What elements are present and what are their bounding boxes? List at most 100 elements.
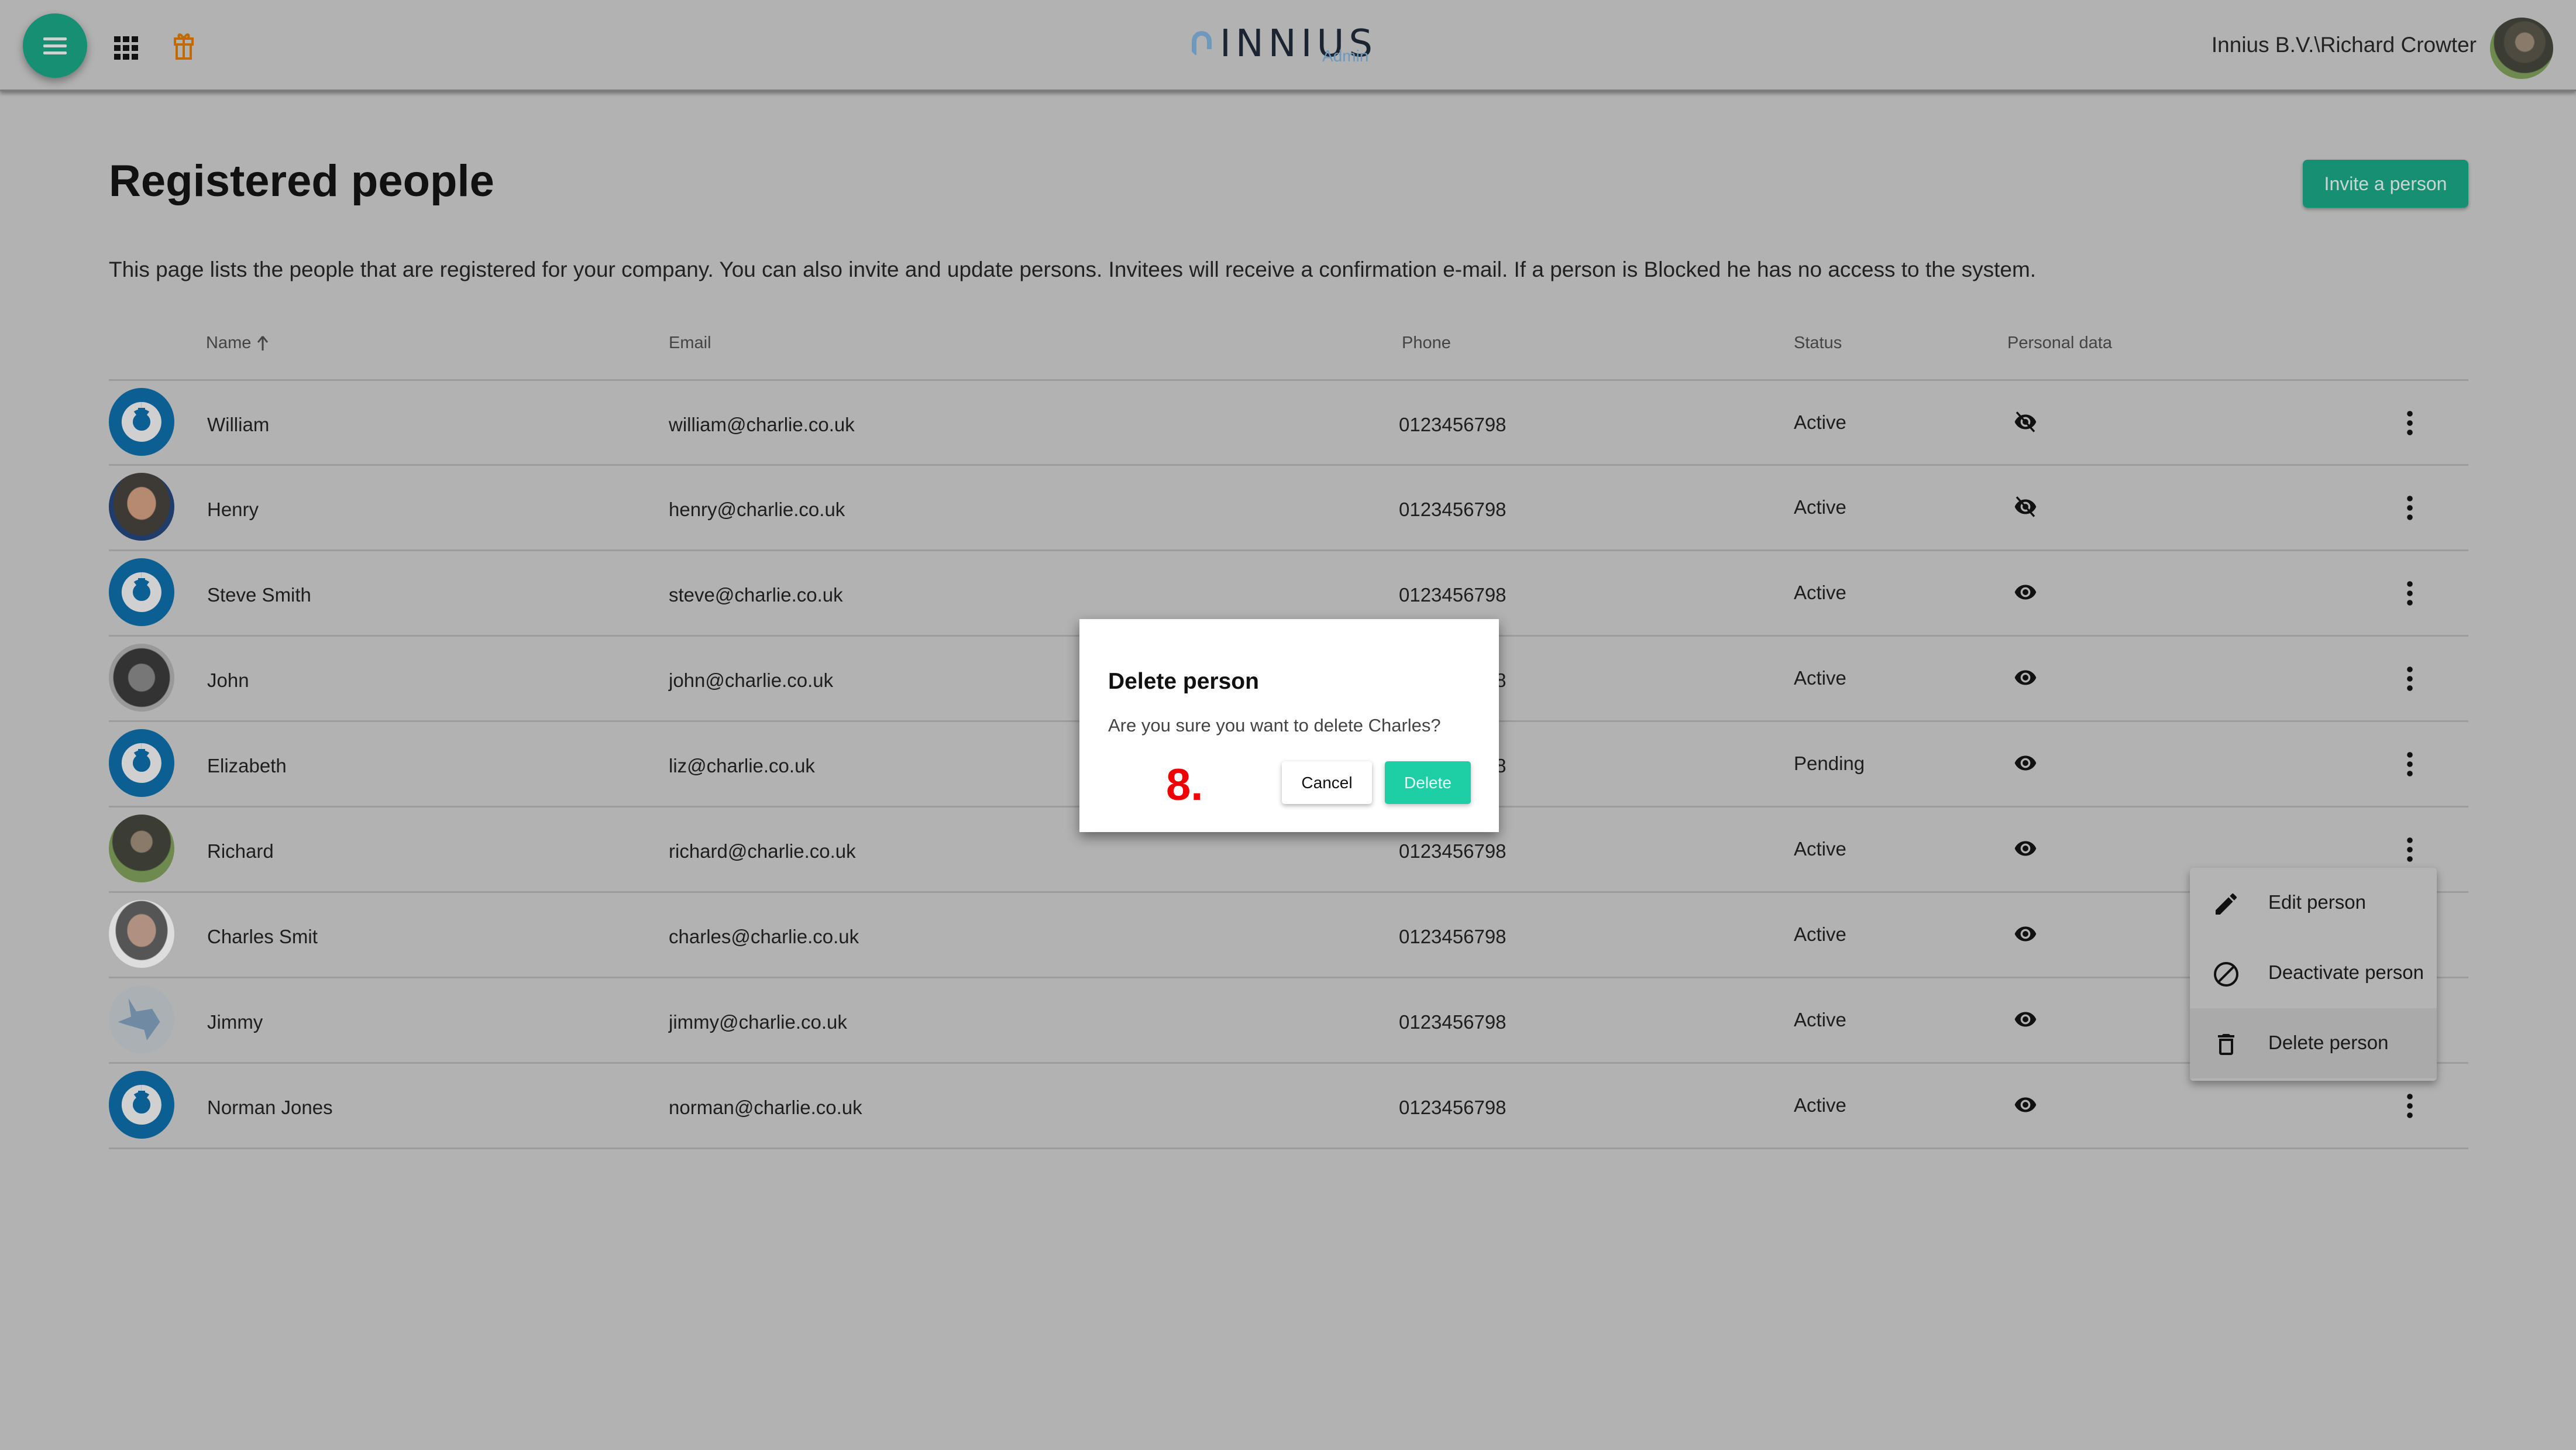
person-phone: 0123456798 bbox=[1399, 926, 1507, 947]
person-status: Active bbox=[1794, 496, 1846, 518]
more-vert-icon[interactable] bbox=[2402, 750, 2417, 778]
person-status: Active bbox=[1794, 582, 1846, 603]
person-phone: 0123456798 bbox=[1399, 1011, 1507, 1033]
dialog-title: Delete person bbox=[1108, 669, 1259, 694]
person-name: William bbox=[207, 414, 270, 435]
person-phone: 0123456798 bbox=[1399, 1097, 1507, 1118]
block-icon bbox=[2214, 962, 2238, 987]
menu-item-label: Deactivate person bbox=[2268, 961, 2424, 983]
person-email: jimmy@charlie.co.uk bbox=[669, 1011, 847, 1033]
table-row[interactable]: Norman Jones norman@charlie.co.uk 01234567… bbox=[109, 1064, 2468, 1149]
person-name: Charles Smit bbox=[207, 926, 318, 947]
eye-off-icon[interactable] bbox=[2010, 410, 2041, 434]
user-avatar[interactable] bbox=[2490, 18, 2553, 79]
eye-icon[interactable] bbox=[2010, 751, 2041, 775]
eye-icon[interactable] bbox=[2010, 666, 2041, 689]
person-avatar bbox=[109, 473, 174, 541]
hamburger-menu-icon bbox=[43, 37, 67, 54]
person-phone: 0123456798 bbox=[1399, 499, 1507, 520]
gift-icon[interactable] bbox=[174, 30, 194, 60]
person-avatar bbox=[109, 644, 174, 712]
person-avatar bbox=[109, 558, 174, 626]
person-avatar bbox=[109, 985, 174, 1053]
person-status: Active bbox=[1794, 667, 1846, 689]
column-header-status[interactable]: Status bbox=[1794, 334, 1842, 353]
person-name: Henry bbox=[207, 499, 259, 520]
column-name-label: Name bbox=[206, 334, 252, 352]
person-status: Active bbox=[1794, 1009, 1846, 1030]
delete-person-dialog: Delete person Are you sure you want to d… bbox=[1079, 619, 1499, 832]
person-name: Jimmy bbox=[207, 1011, 263, 1033]
person-phone: 0123456798 bbox=[1399, 414, 1507, 435]
column-header-personal-data[interactable]: Personal data bbox=[2007, 334, 2112, 353]
person-name: Norman Jones bbox=[207, 1097, 333, 1118]
user-name[interactable]: Innius B.V.\Richard Crowter bbox=[2212, 33, 2477, 57]
eye-off-icon[interactable] bbox=[2010, 495, 2041, 518]
person-email: liz@charlie.co.uk bbox=[669, 755, 815, 776]
menu-item-deactivate-person[interactable]: Deactivate person bbox=[2190, 938, 2437, 1008]
column-header-name[interactable]: Name bbox=[206, 334, 269, 353]
person-email: norman@charlie.co.uk bbox=[669, 1097, 862, 1118]
table-header: Name Email Phone Status Personal data bbox=[109, 328, 2468, 381]
eye-icon[interactable] bbox=[2010, 922, 2041, 946]
eye-icon[interactable] bbox=[2010, 1093, 2041, 1116]
person-status: Pending bbox=[1794, 753, 1865, 774]
eye-icon[interactable] bbox=[2010, 580, 2041, 604]
person-status: Active bbox=[1794, 1094, 1846, 1116]
page-description: This page lists the people that are regi… bbox=[109, 257, 2037, 281]
person-email: john@charlie.co.uk bbox=[669, 669, 834, 691]
more-vert-icon[interactable] bbox=[2402, 409, 2417, 437]
column-personal-data-label: Personal data bbox=[2007, 334, 2112, 352]
invite-person-button[interactable]: Invite a person bbox=[2303, 160, 2468, 208]
person-avatar bbox=[109, 1071, 174, 1139]
table-row[interactable]: Jimmy jimmy@charlie.co.uk 0123456798 Active bbox=[109, 978, 2468, 1064]
innius-logo-icon bbox=[1192, 31, 1212, 55]
more-vert-icon[interactable] bbox=[2402, 836, 2417, 864]
cancel-button[interactable]: Cancel bbox=[1282, 761, 1372, 804]
main-menu-button[interactable] bbox=[23, 13, 87, 78]
menu-item-label: Edit person bbox=[2268, 891, 2366, 913]
menu-item-delete-person[interactable]: Delete person bbox=[2190, 1008, 2437, 1078]
eye-icon[interactable] bbox=[2010, 1008, 2041, 1031]
person-email: steve@charlie.co.uk bbox=[669, 584, 843, 606]
person-email: henry@charlie.co.uk bbox=[669, 499, 845, 520]
person-email: richard@charlie.co.uk bbox=[669, 840, 856, 862]
person-name: Richard bbox=[207, 840, 274, 862]
dialog-message: Are you sure you want to delete Charles? bbox=[1108, 715, 1441, 736]
person-name: John bbox=[207, 669, 249, 691]
more-vert-icon[interactable] bbox=[2402, 1092, 2417, 1120]
row-actions-menu: Edit person Deactivate person Delete per… bbox=[2190, 868, 2437, 1081]
step-annotation: 8. bbox=[1166, 760, 1203, 810]
person-avatar bbox=[109, 729, 174, 797]
person-status: Active bbox=[1794, 838, 1846, 860]
person-phone: 0123456798 bbox=[1399, 584, 1507, 606]
person-phone: 0123456798 bbox=[1399, 840, 1507, 862]
apps-grid-icon[interactable] bbox=[114, 36, 139, 60]
person-avatar bbox=[109, 388, 174, 456]
table-row[interactable]: Henry henry@charlie.co.uk 0123456798 Active bbox=[109, 466, 2468, 551]
innius-logo[interactable]: INNIUS Admin bbox=[1179, 22, 1378, 69]
sort-ascending-icon bbox=[257, 335, 269, 351]
more-vert-icon[interactable] bbox=[2402, 665, 2417, 693]
person-email: william@charlie.co.uk bbox=[669, 414, 855, 435]
page-title: Registered people bbox=[109, 156, 494, 206]
person-avatar bbox=[109, 815, 174, 882]
column-header-phone[interactable]: Phone bbox=[1402, 334, 1451, 353]
logo-subtitle: Admin bbox=[1322, 47, 1369, 65]
more-vert-icon[interactable] bbox=[2402, 579, 2417, 607]
trash-icon bbox=[2218, 1034, 2234, 1055]
table-row[interactable]: William william@charlie.co.uk 0123456798 Ac… bbox=[109, 381, 2468, 466]
top-bar: INNIUS Admin Innius B.V.\Richard Crowter bbox=[0, 0, 2576, 91]
column-phone-label: Phone bbox=[1402, 334, 1451, 352]
more-vert-icon[interactable] bbox=[2402, 494, 2417, 522]
column-header-email[interactable]: Email bbox=[669, 334, 711, 353]
column-status-label: Status bbox=[1794, 334, 1842, 352]
menu-item-edit-person[interactable]: Edit person bbox=[2190, 868, 2437, 938]
person-name: Steve Smith bbox=[207, 584, 311, 606]
table-row[interactable]: Charles Smit charles@charlie.co.uk 0123456… bbox=[109, 893, 2468, 978]
eye-icon[interactable] bbox=[2010, 837, 2041, 860]
pencil-icon bbox=[2216, 893, 2237, 915]
person-email: charles@charlie.co.uk bbox=[669, 926, 859, 947]
confirm-delete-button[interactable]: Delete bbox=[1385, 761, 1471, 804]
person-name: Elizabeth bbox=[207, 755, 287, 776]
